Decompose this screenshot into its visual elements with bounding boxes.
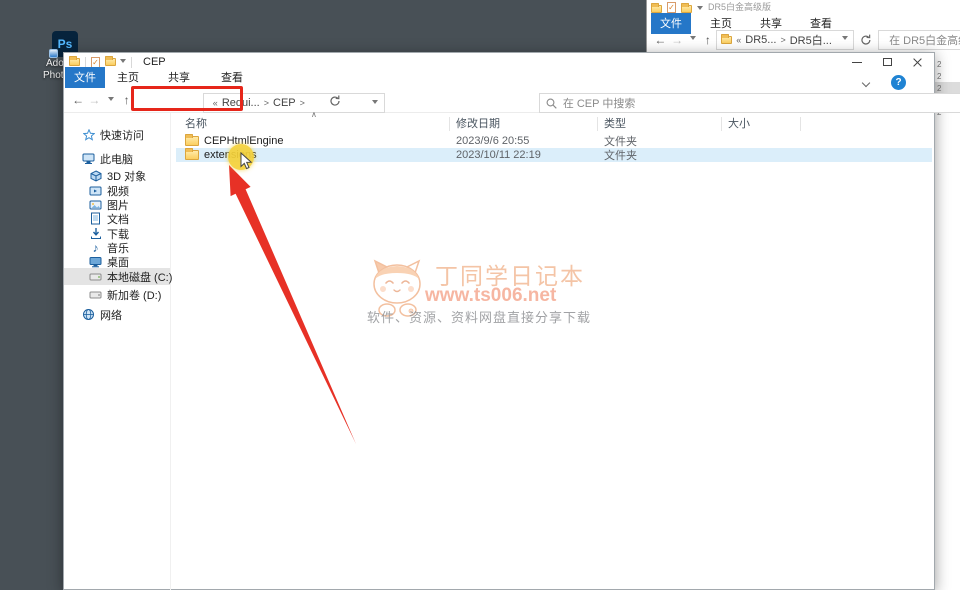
bg-search-input[interactable]: 在 DR5白金高级版 xyxy=(878,29,960,50)
computer-icon xyxy=(82,152,95,165)
navigation-pane: 快速访问 此电脑 3D 对象 视频 图片 文档 下载 ♪ 音乐 桌面 本地磁盘 … xyxy=(64,113,172,590)
breadcrumb-separator: > xyxy=(263,98,269,108)
bg-list-fragment: 2 xyxy=(937,72,942,81)
cube-icon xyxy=(89,169,102,182)
bg-refresh-icon[interactable] xyxy=(859,33,873,47)
sidebar-item-quick-access[interactable]: 快速访问 xyxy=(64,126,170,143)
column-separator[interactable] xyxy=(800,117,801,131)
bg-quick-access-toolbar: ✓ DR5白金高级版 xyxy=(651,0,771,13)
properties-check-icon: ✓ xyxy=(667,2,676,13)
bg-list-fragment: 2 xyxy=(937,84,942,93)
search-icon xyxy=(546,98,557,109)
maximize-icon xyxy=(882,58,892,66)
folder-icon xyxy=(721,33,733,44)
close-icon xyxy=(912,57,923,68)
search-placeholder: 在 CEP 中搜索 xyxy=(562,98,636,110)
sort-indicator-icon[interactable]: ∧ xyxy=(311,110,317,119)
sidebar-item-this-pc[interactable]: 此电脑 xyxy=(64,150,170,167)
breadcrumb-separator: > xyxy=(780,34,786,45)
star-icon xyxy=(82,128,95,141)
mouse-cursor xyxy=(240,152,253,170)
bg-forward-button[interactable]: → xyxy=(669,34,686,46)
tab-file[interactable]: 文件 xyxy=(65,67,105,88)
sidebar-item-new-volume-d[interactable]: 新加卷 (D:) xyxy=(64,286,170,303)
bg-list-fragment: 2 xyxy=(937,60,942,69)
bg-up-button[interactable]: ↑ xyxy=(700,34,717,46)
collapse-ribbon-chevron-icon[interactable] xyxy=(861,78,871,87)
properties-check-icon[interactable]: ✓ xyxy=(91,56,100,68)
tab-share[interactable]: 共享 xyxy=(159,67,199,88)
divider xyxy=(131,56,132,68)
bg-address-collapsed-chevron[interactable]: « xyxy=(736,35,741,45)
desktop-monitor-icon xyxy=(89,255,102,268)
close-button[interactable] xyxy=(902,53,932,71)
column-separator[interactable] xyxy=(597,117,598,131)
disk-drive-icon xyxy=(89,270,102,283)
tab-home[interactable]: 主页 xyxy=(108,67,148,88)
breadcrumb-separator: > xyxy=(299,98,305,108)
back-button[interactable]: ← xyxy=(70,94,86,106)
screen: Ps Ado Photo ✓ DR5白金高级版 文件 主页 共享 查看 ← → … xyxy=(0,0,960,590)
new-folder-icon[interactable] xyxy=(105,56,116,66)
document-icon xyxy=(89,212,102,225)
bg-address-bar[interactable]: « DR5... > DR5白... xyxy=(716,29,855,50)
column-header-date[interactable]: 修改日期 xyxy=(456,115,500,131)
watermark-url: www.ts006.net xyxy=(425,285,557,306)
watermark: 丁同学日记本 www.ts006.net 软件、资源、资料网盘直接分享下载 xyxy=(365,256,605,326)
watermark-subtitle: 软件、资源、资料网盘直接分享下载 xyxy=(367,310,592,325)
qat-customize-chevron-icon[interactable] xyxy=(697,6,703,13)
photoshop-icon-text: Ps xyxy=(57,37,73,51)
sidebar-item-network[interactable]: 网络 xyxy=(64,306,170,323)
file-row-cephtmlengine[interactable]: CEPHtmlEngine 2023/9/6 20:55 文件夹 xyxy=(176,134,932,148)
refresh-icon[interactable] xyxy=(328,94,342,108)
search-input[interactable]: 在 CEP 中搜索 xyxy=(538,93,960,113)
forward-button[interactable]: → xyxy=(86,94,102,106)
folder-icon xyxy=(185,134,199,146)
desktop-icon-label-line1: Ado xyxy=(46,58,64,69)
breadcrumb-segment-cep[interactable]: CEP xyxy=(273,97,296,109)
shortcut-badge-icon xyxy=(49,49,58,58)
app-folder-icon xyxy=(69,56,80,66)
disk-drive-icon xyxy=(89,288,102,301)
new-folder-icon xyxy=(681,3,692,13)
bg-search-placeholder: 在 DR5白金高级版 xyxy=(889,34,960,47)
address-dropdown-icon[interactable] xyxy=(371,99,378,107)
bg-back-button[interactable]: ← xyxy=(652,34,669,46)
column-separator[interactable] xyxy=(449,117,450,131)
bg-breadcrumb-segment[interactable]: DR5... xyxy=(745,34,776,46)
folder-icon xyxy=(651,3,662,13)
qat-customize-chevron-icon[interactable] xyxy=(120,58,126,66)
column-header-size[interactable]: 大小 xyxy=(728,115,750,131)
column-separator[interactable] xyxy=(721,117,722,131)
network-icon xyxy=(82,308,95,321)
column-header-name[interactable]: 名称 xyxy=(185,115,207,131)
minimize-button[interactable] xyxy=(842,53,872,71)
folder-icon xyxy=(185,148,199,160)
red-annotation-rectangle xyxy=(131,86,243,111)
bg-address-dropdown-icon[interactable] xyxy=(842,36,849,43)
history-chevron-icon[interactable] xyxy=(107,96,114,104)
divider xyxy=(85,56,86,68)
bg-window-title: DR5白金高级版 xyxy=(708,2,772,12)
column-header-type[interactable]: 类型 xyxy=(604,115,626,131)
minimize-icon xyxy=(852,61,862,63)
bg-breadcrumb-segment[interactable]: DR5白... xyxy=(790,32,832,48)
maximize-button[interactable] xyxy=(872,53,902,71)
bg-toolbar: ← → ↑ « DR5... > DR5白... 在 DR5白金高 xyxy=(647,27,960,52)
tab-view[interactable]: 查看 xyxy=(212,67,252,88)
file-row-extensions[interactable]: extensions 2023/10/11 22:19 文件夹 xyxy=(176,148,932,162)
bg-history-chevron-icon[interactable] xyxy=(689,36,696,43)
sidebar-item-local-disk-c[interactable]: 本地磁盘 (C:) xyxy=(64,268,172,285)
